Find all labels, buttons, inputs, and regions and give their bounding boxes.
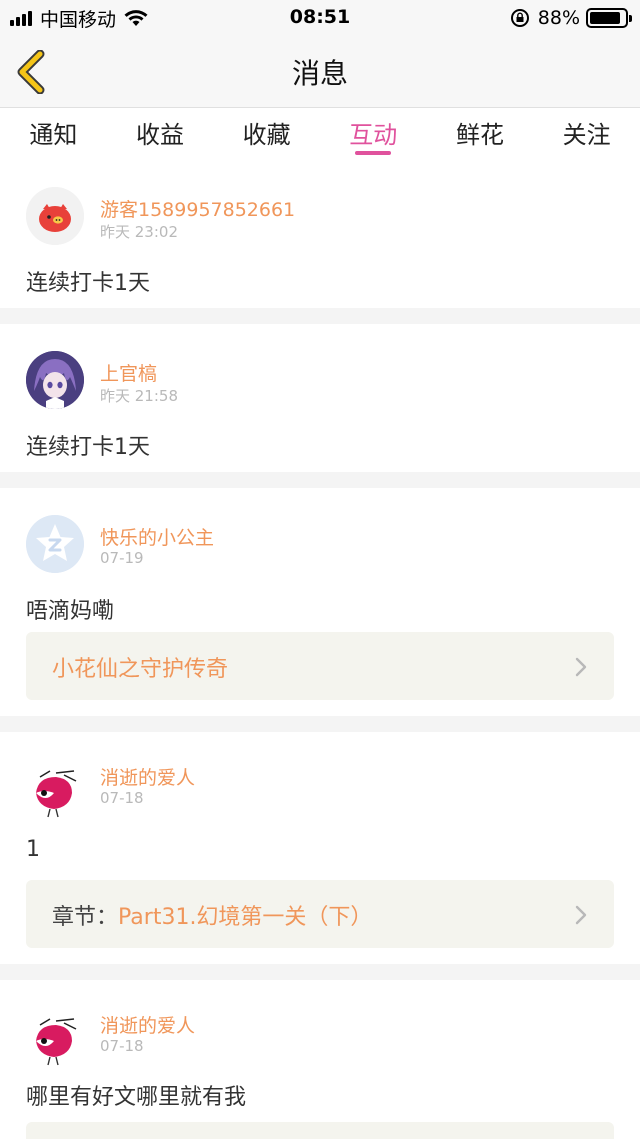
tab-label: 收益 [135, 121, 184, 149]
navigation-bar: 消息 [0, 36, 640, 108]
message-text: 连续打卡1天 [26, 435, 150, 460]
bird-avatar-icon [36, 1018, 77, 1066]
message-item: 快乐的小公主 07-19 唔滴妈嘞 小花仙之守护传奇 [0, 488, 640, 716]
chapter-title: Part31.幻境第一关（下） [118, 905, 373, 930]
username[interactable]: 快乐的小公主 [100, 523, 214, 550]
pig-avatar-icon [26, 187, 84, 245]
divider [0, 472, 640, 488]
referenced-book-link[interactable]: 小花仙之守护传奇 [26, 632, 614, 700]
timestamp: 07-19 [100, 549, 144, 567]
battery-icon [586, 8, 632, 28]
timestamp: 昨天 21:58 [100, 387, 178, 405]
username[interactable]: 消逝的爱人 [100, 763, 195, 790]
avatar[interactable] [26, 1011, 84, 1069]
anime-girl-avatar-icon [26, 351, 84, 409]
battery-percent: 88% [537, 7, 580, 29]
message-text: 1 [26, 837, 40, 862]
tab-following[interactable]: 关注 [533, 109, 640, 161]
message-item: 上官槁 昨天 21:58 连续打卡1天 [0, 324, 640, 472]
message-item: 游客1589957852661 昨天 23:02 连续打卡1天 [0, 168, 640, 308]
avatar[interactable] [26, 515, 84, 573]
bird-avatar-icon [36, 770, 77, 818]
status-bar: 中国移动 08:51 88% [0, 0, 640, 36]
message-text: 哪里有好文哪里就有我 [26, 1085, 247, 1110]
avatar[interactable] [26, 351, 84, 409]
page-title: 消息 [291, 57, 348, 90]
message-item: 消逝的爱人 07-18 1 章节：Part31.幻境第一关（下） [0, 732, 640, 964]
rotation-lock-icon [510, 9, 529, 27]
tab-flowers[interactable]: 鲜花 [427, 109, 534, 161]
message-text: 连续打卡1天 [26, 271, 150, 296]
chapter-prefix: 章节： [52, 905, 119, 930]
chevron-right-icon [575, 657, 587, 677]
avatar[interactable] [26, 763, 84, 821]
message-item: 消逝的爱人 07-18 哪里有好文哪里就有我 [0, 980, 640, 1139]
message-list: 游客1589957852661 昨天 23:02 连续打卡1天 上官槁 昨天 2… [0, 168, 640, 1139]
timestamp: 昨天 23:02 [100, 223, 178, 241]
tab-favorites[interactable]: 收藏 [213, 109, 320, 161]
tab-label: 互动 [349, 121, 398, 149]
referenced-book-title: 小花仙之守护传奇 [52, 657, 229, 682]
divider [0, 308, 640, 324]
divider [0, 964, 640, 980]
timestamp: 07-18 [100, 1037, 144, 1055]
tab-active-indicator [355, 151, 392, 155]
timestamp: 07-18 [100, 789, 144, 807]
tab-label: 鲜花 [455, 121, 504, 149]
divider [0, 716, 640, 732]
tab-label: 关注 [562, 121, 611, 149]
referenced-chapter-link[interactable]: 章节：Part31.幻境第一关（下） [26, 880, 614, 948]
username[interactable]: 游客1589957852661 [100, 195, 295, 222]
tab-label: 收藏 [242, 121, 291, 149]
username[interactable]: 消逝的爱人 [100, 1011, 195, 1038]
tab-bar: 通知 收益 收藏 互动 鲜花 关注 [0, 109, 640, 161]
tab-earnings[interactable]: 收益 [107, 109, 214, 161]
referenced-content-link[interactable] [26, 1122, 614, 1139]
chevron-right-icon [575, 905, 587, 925]
avatar[interactable] [26, 187, 84, 245]
referenced-chapter: 章节：Part31.幻境第一关（下） [52, 899, 372, 931]
tab-label: 通知 [29, 121, 78, 149]
message-text: 唔滴妈嘞 [26, 599, 115, 624]
tab-notifications[interactable]: 通知 [0, 109, 107, 161]
username[interactable]: 上官槁 [100, 359, 157, 386]
tab-interactions[interactable]: 互动 [320, 109, 427, 161]
default-star-avatar-icon [26, 515, 84, 573]
